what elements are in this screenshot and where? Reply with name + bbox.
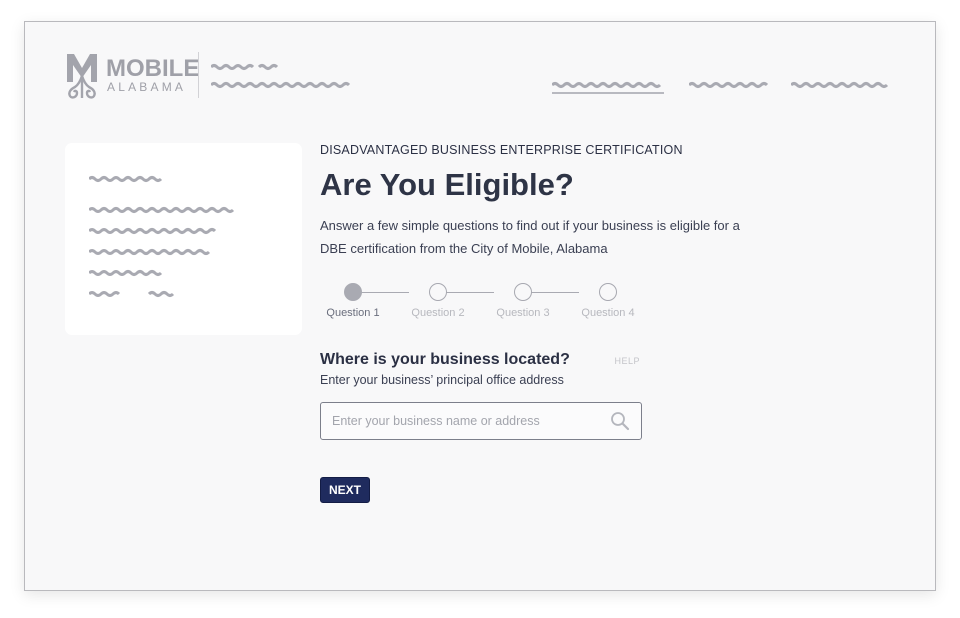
- sidebar-card: [65, 143, 302, 335]
- eligibility-form: DISADVANTAGED BUSINESS ENTERPRISE CERTIF…: [320, 143, 840, 503]
- address-search-box: [320, 402, 642, 440]
- mobile-alabama-logo[interactable]: MOBILE ALABAMA: [65, 52, 199, 100]
- step-dot: [514, 283, 532, 301]
- step-question-3[interactable]: Question 3: [493, 282, 553, 319]
- address-search-input[interactable]: [321, 403, 641, 439]
- step-question-1[interactable]: Question 1: [323, 282, 383, 319]
- step-question-2[interactable]: Question 2: [408, 282, 468, 319]
- logo-wordmark: MOBILE: [106, 55, 200, 82]
- logo-subline: ALABAMA: [107, 80, 187, 94]
- redacted-sidebar-text: [89, 176, 235, 297]
- step-label: Question 1: [326, 307, 380, 319]
- next-button[interactable]: NEXT: [320, 477, 371, 503]
- nav-item-1[interactable]: [552, 80, 666, 90]
- step-dot: [429, 283, 447, 301]
- nav-active-underline: [552, 92, 664, 94]
- question-stepper: Question 1 Question 2 Question 3 Questio…: [320, 282, 660, 322]
- help-link[interactable]: HELP: [614, 356, 640, 366]
- step-label: Question 4: [581, 307, 635, 319]
- search-icon[interactable]: [610, 411, 630, 431]
- step-dot: [599, 283, 617, 301]
- step-label: Question 2: [411, 307, 465, 319]
- page-title: Are You Eligible?: [320, 167, 574, 202]
- redacted-header-tagline: [211, 64, 351, 88]
- question-subtitle: Enter your business’ principal office ad…: [320, 373, 564, 387]
- step-question-4[interactable]: Question 4: [578, 282, 638, 319]
- page-eyebrow: DISADVANTAGED BUSINESS ENTERPRISE CERTIF…: [320, 143, 683, 157]
- question-title: Where is your business located?: [320, 351, 570, 368]
- question-block: Where is your business located? HELP Ent…: [320, 350, 650, 388]
- nav-item-2[interactable]: [689, 80, 773, 90]
- mobile-seal-icon: [67, 54, 97, 99]
- app-frame: MOBILE ALABAMA DISADVANTAGED BUSINESS EN…: [24, 21, 936, 591]
- step-dot-active: [344, 283, 362, 301]
- nav-item-3[interactable]: [791, 80, 893, 90]
- step-label: Question 3: [496, 307, 550, 319]
- page-description: Answer a few simple questions to find ou…: [320, 218, 740, 256]
- header-divider: [198, 52, 199, 98]
